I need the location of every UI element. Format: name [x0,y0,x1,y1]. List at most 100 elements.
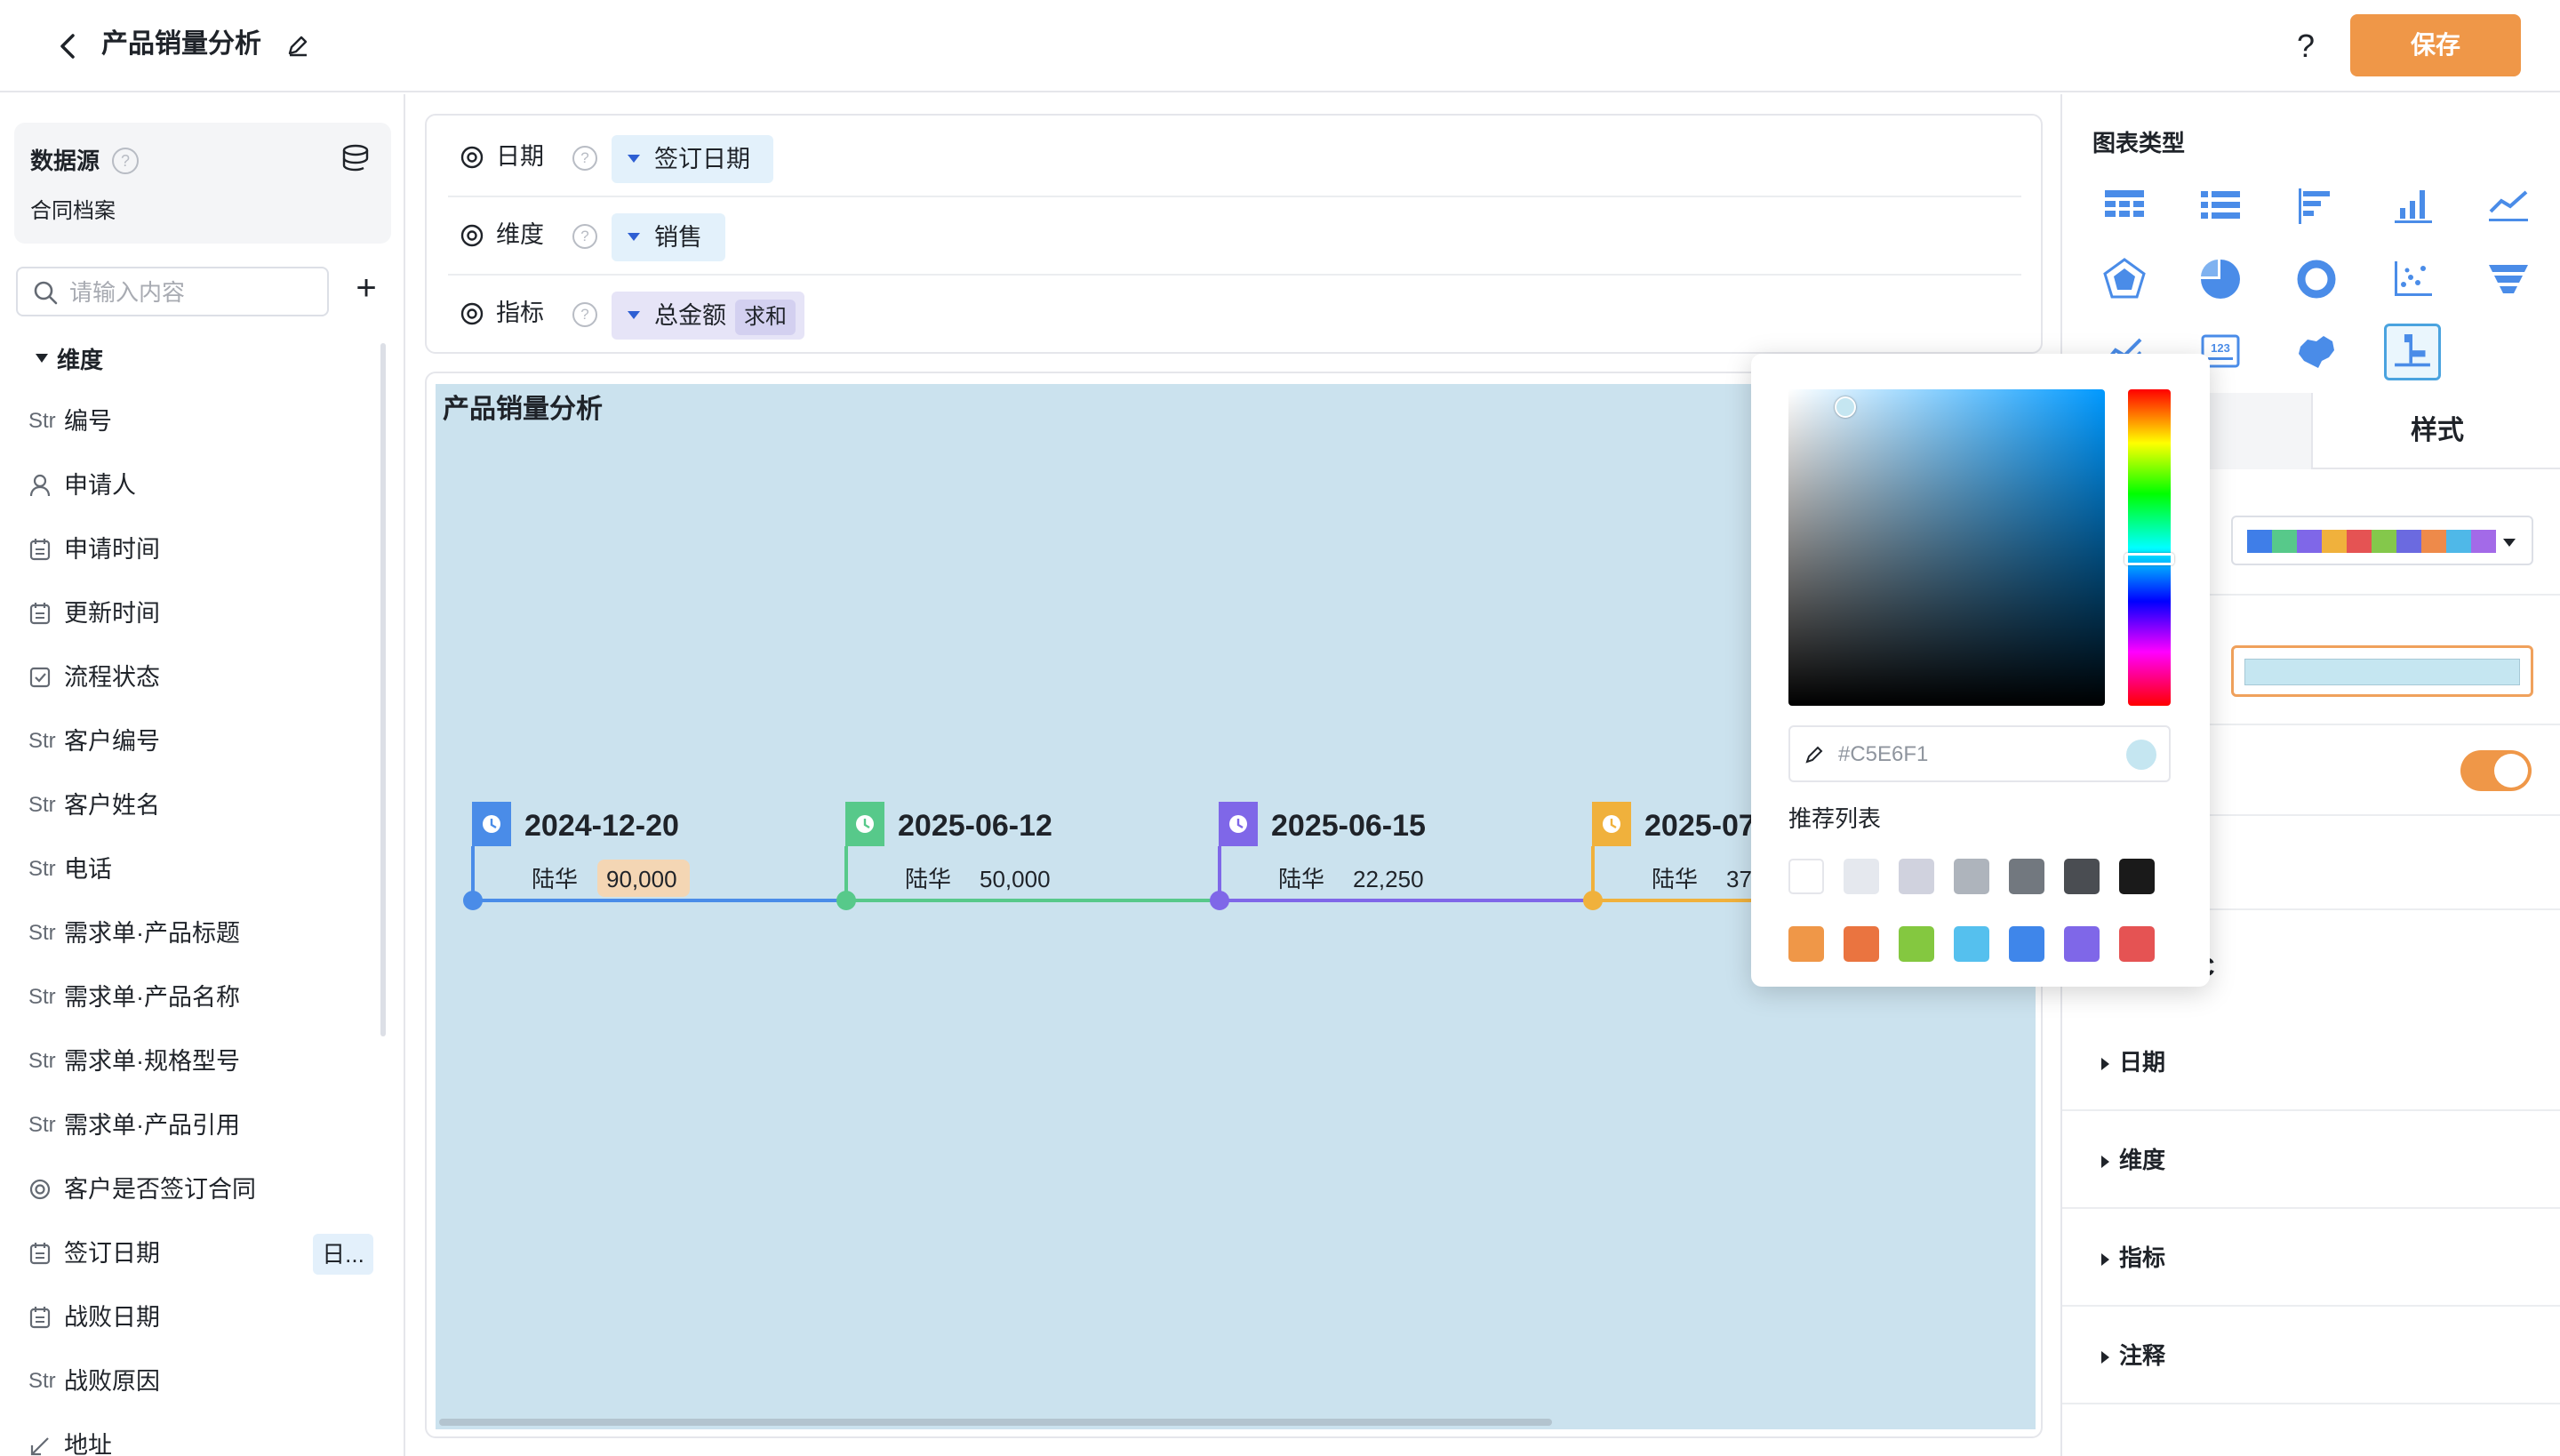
date-field-chip[interactable]: 签订日期 [612,135,773,183]
search-icon [34,281,58,305]
color-swatch[interactable] [1844,926,1879,962]
field-item[interactable]: Str 战败原因 [0,1355,391,1408]
column-chart-icon[interactable] [2386,180,2439,233]
field-item[interactable]: Str 需求单·产品标题 [0,907,391,960]
user-icon [28,473,57,498]
color-swatch[interactable] [1788,926,1824,962]
line-chart-icon[interactable] [2482,180,2535,233]
field-item[interactable]: Str 电话 [0,843,391,896]
palette-swatch [2471,530,2496,553]
hue-slider[interactable] [2124,389,2174,706]
field-item[interactable]: Str 需求单·产品名称 [0,971,391,1024]
field-search-input[interactable] [69,277,318,308]
field-item[interactable]: 地址 [0,1419,391,1456]
field-item[interactable]: 申请人 [0,459,391,512]
chart-horizontal-scrollbar[interactable] [439,1419,1552,1426]
dropdown-caret-icon[interactable] [2503,539,2516,547]
color-swatch[interactable] [1788,859,1824,894]
help-icon[interactable]: ? [572,146,597,171]
saturation-handle[interactable] [1835,396,1856,418]
hex-input[interactable] [1838,741,2087,768]
add-field-icon[interactable]: + [348,270,384,306]
saturation-value-area[interactable] [1788,389,2105,706]
color-swatch[interactable] [2009,926,2044,962]
hue-handle[interactable] [2124,553,2174,565]
settings-icon[interactable] [459,144,485,171]
event-date-label: 2024-12-20 [524,809,679,843]
field-item[interactable]: Str 客户姓名 [0,779,391,832]
dimension-field-chip[interactable]: 销售 [612,213,725,261]
table-chart-icon[interactable] [2098,180,2151,233]
field-item[interactable]: 更新时间 [0,587,391,640]
hex-color-field[interactable] [1788,725,2171,782]
map-chart-icon[interactable] [2290,325,2343,379]
save-button[interactable]: 保存 [2350,14,2521,76]
field-item[interactable]: Str 客户编号 [0,715,391,768]
expand-caret-icon[interactable] [2101,1351,2109,1364]
event-value-label: 37 [1726,866,1752,892]
dimension-group-title[interactable]: 维度 [57,345,103,375]
radar-chart-icon[interactable] [2098,252,2151,306]
database-switch-icon[interactable] [340,142,372,174]
metric-field-chip[interactable]: 总金额 求和 [612,292,804,340]
color-swatch[interactable] [1954,926,1989,962]
settings-icon[interactable] [459,222,485,249]
field-item[interactable]: 流程状态 [0,651,391,704]
field-list-scrollbar[interactable] [380,343,386,1036]
section-date[interactable]: 日期 [2062,1015,2560,1111]
field-item[interactable]: Str 编号 [0,395,391,448]
color-swatch[interactable] [2119,926,2155,962]
color-swatch[interactable] [2009,859,2044,894]
color-swatch[interactable] [1844,859,1879,894]
back-arrow-icon[interactable] [55,30,82,62]
field-item[interactable]: 签订日期 日... [0,1227,391,1280]
color-swatch[interactable] [2064,926,2100,962]
datasource-help-icon[interactable]: ? [112,148,139,174]
color-palette-select[interactable] [2231,516,2533,565]
field-usage-tag[interactable]: 日... [313,1234,373,1275]
list-chart-icon[interactable] [2194,180,2247,233]
background-color-field[interactable] [2231,645,2533,697]
eyedropper-icon[interactable] [1803,743,1826,766]
field-item[interactable]: Str 需求单·产品引用 [0,1099,391,1152]
dropdown-caret-icon[interactable] [628,311,640,319]
section-metric[interactable]: 指标 [2062,1211,2560,1307]
help-icon[interactable]: ? [572,302,597,327]
expand-caret-icon[interactable] [2101,1156,2109,1168]
pie-chart-icon[interactable] [2194,252,2247,306]
color-swatch[interactable] [2064,859,2100,894]
collapse-caret-icon[interactable] [36,354,48,363]
field-item[interactable]: 战败日期 [0,1291,391,1344]
field-item[interactable]: Str 需求单·规格型号 [0,1035,391,1088]
dropdown-caret-icon[interactable] [628,233,640,241]
help-icon[interactable]: ? [2288,28,2324,64]
color-swatch[interactable] [1954,859,1989,894]
section-annotation[interactable]: 注释 [2062,1308,2560,1404]
timeline-chart-icon[interactable] [2384,324,2441,380]
field-item[interactable]: 申请时间 [0,523,391,576]
settings-icon[interactable] [459,300,485,327]
event-marker [1219,802,1258,846]
color-swatch[interactable] [2119,859,2155,894]
tab-style[interactable]: 样式 [2313,393,2560,469]
chart-title: 产品销量分析 [443,395,603,424]
bar-horizontal-chart-icon[interactable] [2290,180,2343,233]
style-toggle[interactable] [2460,750,2532,791]
scatter-chart-icon[interactable] [2386,252,2439,306]
dropdown-caret-icon[interactable] [628,155,640,163]
color-swatch[interactable] [1899,859,1934,894]
timeline-dot [463,891,483,910]
help-icon[interactable]: ? [572,224,597,249]
expand-caret-icon[interactable] [2101,1058,2109,1070]
aggregation-badge[interactable]: 求和 [735,299,796,335]
palette-swatch [2272,530,2297,553]
expand-caret-icon[interactable] [2101,1253,2109,1266]
edit-pencil-icon[interactable] [284,32,311,59]
funnel-chart-icon[interactable] [2482,252,2535,306]
field-search-box[interactable] [16,267,329,316]
location-icon [28,1433,57,1456]
section-dimension[interactable]: 维度 [2062,1113,2560,1209]
color-swatch[interactable] [1899,926,1934,962]
field-item[interactable]: 客户是否签订合同 [0,1163,391,1216]
donut-chart-icon[interactable] [2290,252,2343,306]
